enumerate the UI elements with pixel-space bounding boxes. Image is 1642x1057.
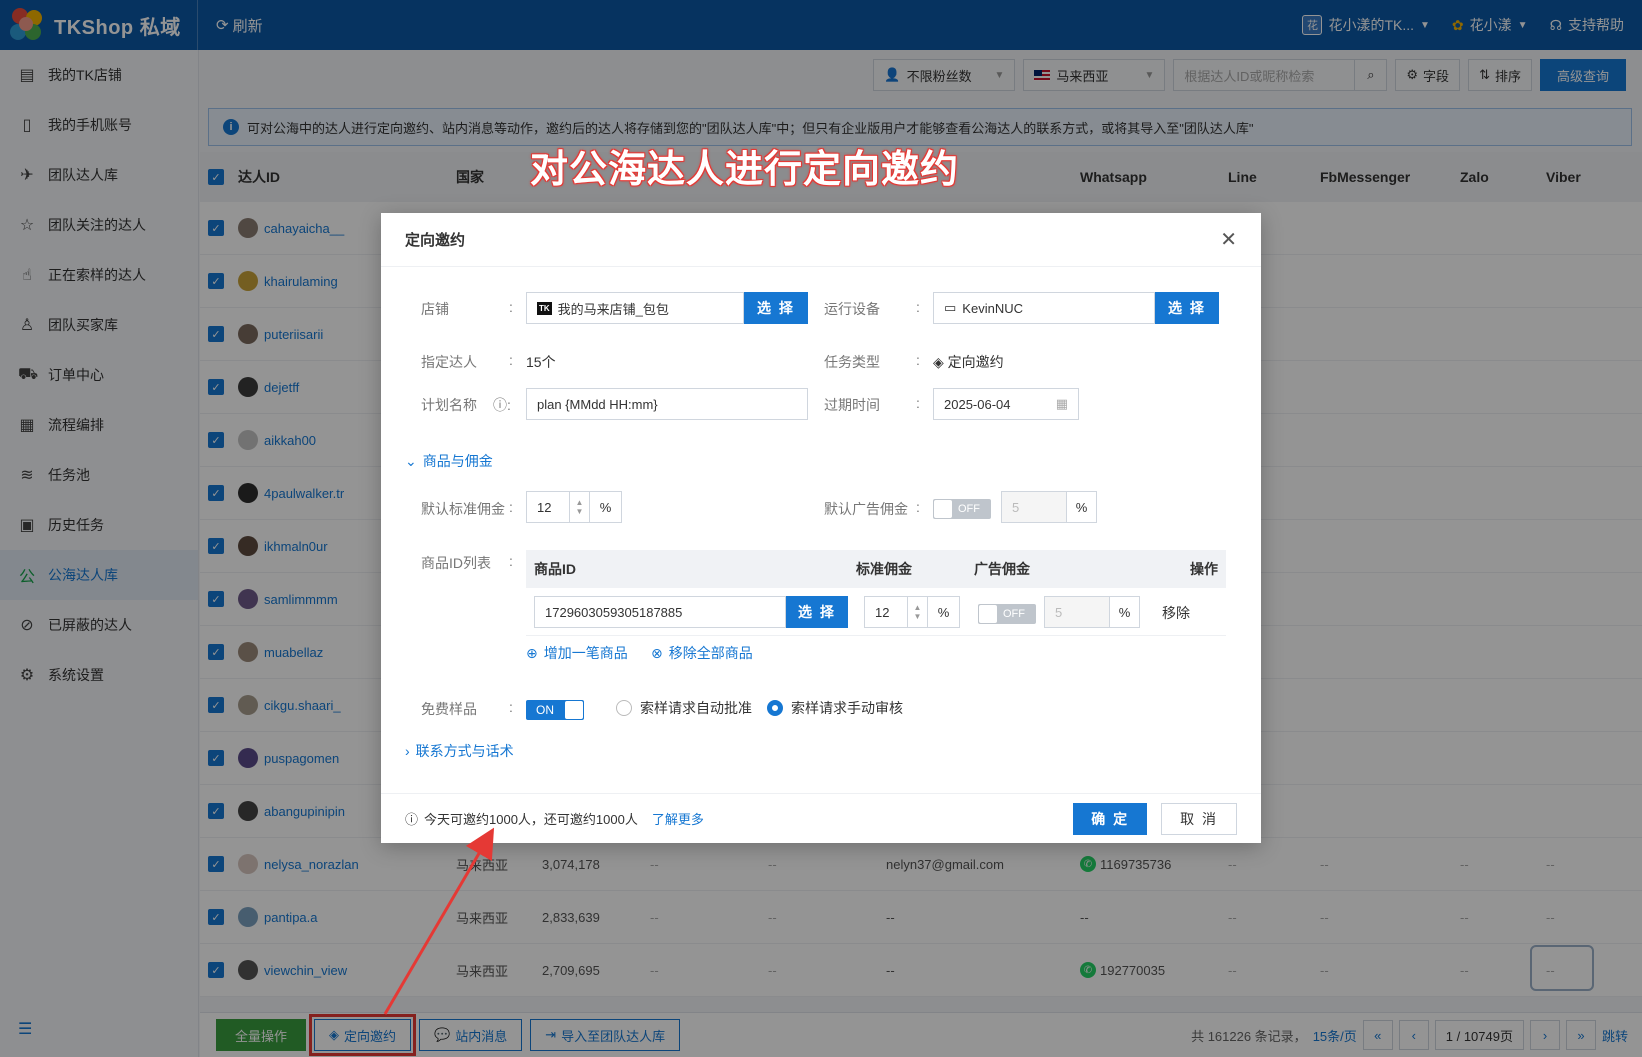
annotation-title: 对公海达人进行定向邀约 (530, 149, 960, 191)
